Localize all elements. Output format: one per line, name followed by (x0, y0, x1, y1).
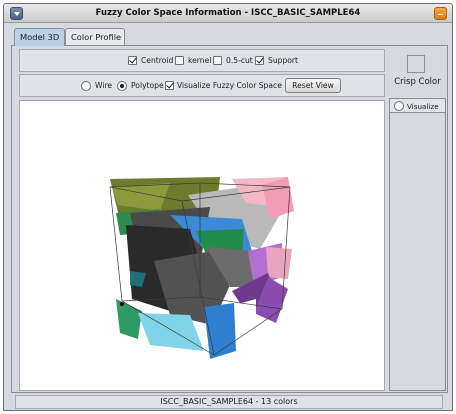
polytope-label: Polytope (131, 81, 164, 90)
window-menu-icon[interactable] (10, 7, 23, 20)
visualize-fcs-checkbox[interactable] (165, 81, 174, 90)
centroid-label: Centroid (141, 56, 174, 65)
view-options-row: Wire Polytope Visualize Fuzzy Color Spac… (19, 74, 385, 97)
support-label: Support (268, 56, 299, 65)
fuzzy-color-space-render (109, 177, 294, 359)
alpha-cut-checkbox[interactable] (213, 56, 222, 65)
visualize-label: Visualize (407, 102, 439, 111)
model-3d-canvas[interactable] (19, 100, 385, 391)
crisp-color-swatch (407, 55, 425, 73)
minimize-icon[interactable] (434, 7, 447, 20)
alpha-cut-label: 0.5-cut (226, 56, 253, 65)
centroid-checkbox[interactable] (128, 56, 137, 65)
visualize-header: Visualize (390, 99, 445, 113)
wire-radio[interactable] (81, 81, 91, 91)
kernel-checkbox[interactable] (175, 56, 184, 65)
visualize-radio[interactable] (394, 101, 404, 111)
polytope-light-pink (266, 247, 292, 279)
tab-color-profile[interactable]: Color Profile (65, 28, 125, 45)
status-bar: ISCC_BASIC_SAMPLE64 - 13 colors (15, 395, 443, 409)
kernel-label: kernel (188, 56, 212, 65)
visualize-fcs-label: Visualize Fuzzy Color Space (177, 81, 282, 90)
model-3d-panel: Centroid kernel 0.5-cut Support Wire Pol… (11, 45, 448, 393)
window-title: Fuzzy Color Space Information - ISCC_BAS… (95, 8, 361, 18)
crisp-color-sidebar: Crisp Color Visualize (389, 49, 446, 391)
polytope-white-patch (234, 299, 256, 327)
visualize-list[interactable]: Visualize (389, 98, 446, 391)
app-window: Fuzzy Color Space Information - ISCC_BAS… (3, 3, 453, 411)
wire-label: Wire (95, 81, 113, 90)
title-bar: Fuzzy Color Space Information - ISCC_BAS… (4, 4, 452, 23)
reset-view-button[interactable]: Reset View (285, 78, 341, 93)
support-checkbox[interactable] (255, 56, 264, 65)
centroid-point (120, 302, 124, 306)
display-options-row: Centroid kernel 0.5-cut Support (19, 49, 385, 72)
polytope-radio[interactable] (117, 81, 127, 91)
tab-model-3d[interactable]: Model 3D (14, 28, 65, 46)
crisp-color-label: Crisp Color (394, 77, 441, 87)
